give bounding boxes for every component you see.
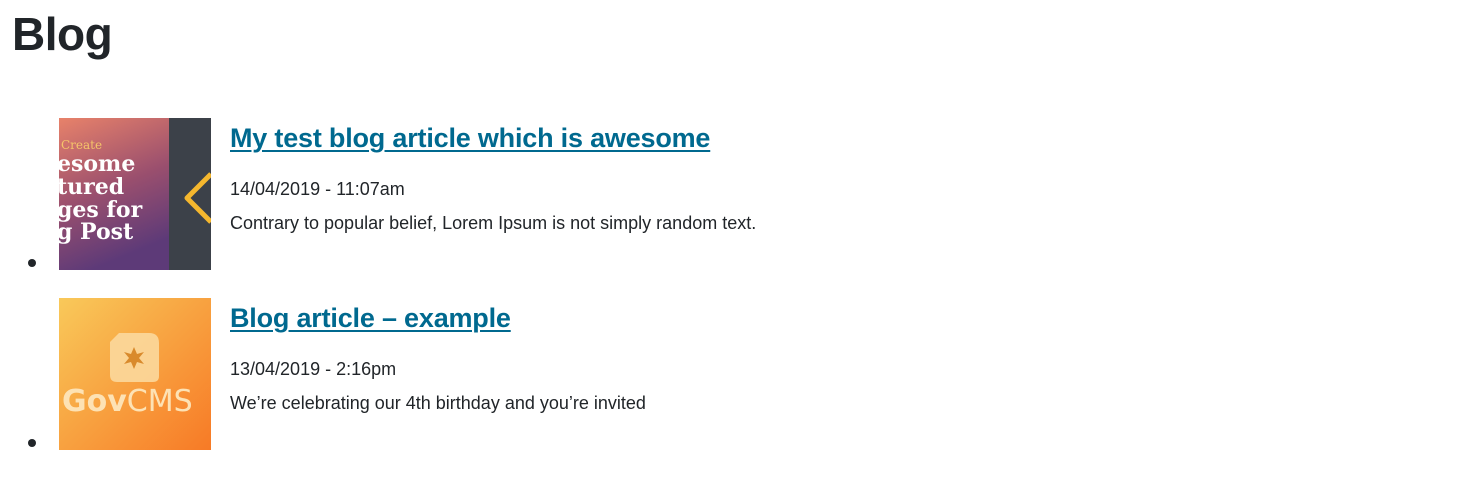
featured-image-thumbnail: Create esome tured ges for g Post (59, 118, 211, 270)
article-title: Blog article – example (230, 301, 511, 335)
svg-text:GovCMS: GovCMS (62, 384, 193, 419)
govcms-logo-thumbnail: GovCMS (59, 298, 211, 450)
article-title-link[interactable]: My test blog article which is awesome (230, 123, 710, 153)
article-summary: We’re celebrating our 4th birthday and y… (230, 393, 646, 413)
list-item: GovCMS Blog article – example 13/04/2019… (0, 298, 1000, 458)
article-date: 14/04/2019 - 11:07am (230, 179, 405, 199)
thumb-text-line: Create (61, 138, 102, 152)
thumb-text-line: g Post (59, 219, 134, 245)
logo-text-bold: Gov (62, 384, 127, 419)
article-summary: Contrary to popular belief, Lorem Ipsum … (230, 213, 757, 233)
list-item: Create esome tured ges for g Post My tes… (0, 118, 1000, 278)
list-bullet (28, 259, 36, 267)
article-title: My test blog article which is awesome (230, 121, 710, 155)
blog-page: Blog Create esome tured ges for g Post M… (0, 0, 1470, 483)
article-thumbnail-link[interactable]: Create esome tured ges for g Post (59, 118, 211, 270)
article-date: 13/04/2019 - 2:16pm (230, 359, 397, 379)
article-thumbnail-link[interactable]: GovCMS (59, 298, 211, 450)
list-bullet (28, 439, 36, 447)
logo-text-light: CMS (127, 384, 193, 419)
page-title: Blog (12, 8, 113, 60)
article-title-link[interactable]: Blog article – example (230, 303, 511, 333)
